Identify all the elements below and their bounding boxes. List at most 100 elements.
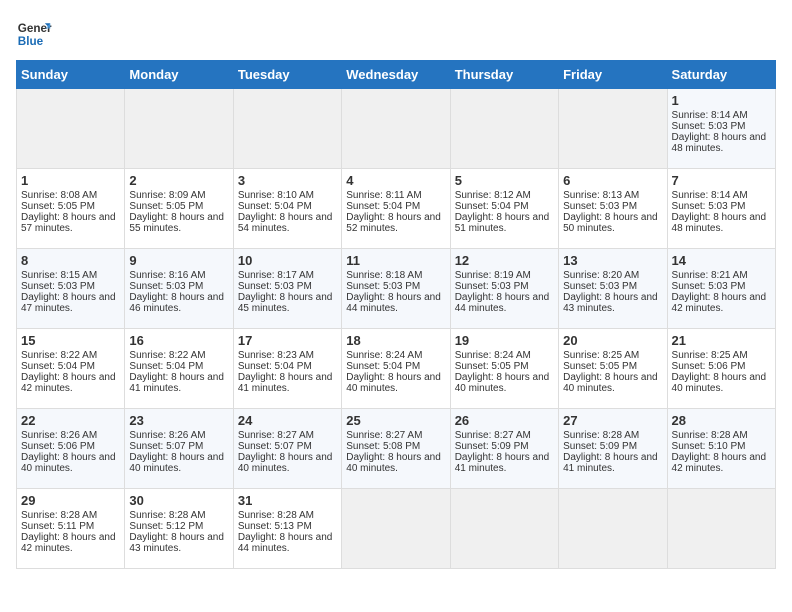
sunrise: Sunrise: 8:27 AM — [346, 430, 422, 441]
calendar-row: 1 Sunrise: 8:08 AM Sunset: 5:05 PM Dayli… — [17, 169, 776, 249]
sunrise: Sunrise: 8:26 AM — [21, 430, 97, 441]
daylight: Daylight: 8 hours and 40 minutes. — [238, 452, 333, 474]
sunset: Sunset: 5:03 PM — [563, 201, 637, 212]
sunrise: Sunrise: 8:12 AM — [455, 190, 531, 201]
daylight: Daylight: 8 hours and 42 minutes. — [21, 532, 116, 554]
daylight: Daylight: 8 hours and 40 minutes. — [129, 452, 224, 474]
sunset: Sunset: 5:03 PM — [563, 281, 637, 292]
day-number: 8 — [21, 253, 120, 268]
day-number: 31 — [238, 493, 337, 508]
day-number: 3 — [238, 173, 337, 188]
day-number: 15 — [21, 333, 120, 348]
sunset: Sunset: 5:05 PM — [129, 201, 203, 212]
sunset: Sunset: 5:05 PM — [455, 361, 529, 372]
daylight: Daylight: 8 hours and 51 minutes. — [455, 212, 550, 234]
sunrise: Sunrise: 8:08 AM — [21, 190, 97, 201]
sunrise: Sunrise: 8:13 AM — [563, 190, 639, 201]
calendar-cell: 9 Sunrise: 8:16 AM Sunset: 5:03 PM Dayli… — [125, 249, 233, 329]
day-number: 5 — [455, 173, 554, 188]
calendar-cell: 1 Sunrise: 8:08 AM Sunset: 5:05 PM Dayli… — [17, 169, 125, 249]
sunrise: Sunrise: 8:17 AM — [238, 270, 314, 281]
calendar-cell: 12 Sunrise: 8:19 AM Sunset: 5:03 PM Dayl… — [450, 249, 558, 329]
sunset: Sunset: 5:03 PM — [129, 281, 203, 292]
sunset: Sunset: 5:04 PM — [238, 361, 312, 372]
sunrise: Sunrise: 8:14 AM — [672, 110, 748, 121]
calendar-cell: 31 Sunrise: 8:28 AM Sunset: 5:13 PM Dayl… — [233, 489, 341, 569]
logo-icon: General Blue — [16, 16, 52, 52]
daylight: Daylight: 8 hours and 48 minutes. — [672, 132, 767, 154]
calendar-cell — [450, 489, 558, 569]
sunrise: Sunrise: 8:19 AM — [455, 270, 531, 281]
sunset: Sunset: 5:04 PM — [346, 201, 420, 212]
calendar-cell: 4 Sunrise: 8:11 AM Sunset: 5:04 PM Dayli… — [342, 169, 450, 249]
sunrise: Sunrise: 8:24 AM — [455, 350, 531, 361]
sunset: Sunset: 5:07 PM — [129, 441, 203, 452]
header-cell-tuesday: Tuesday — [233, 61, 341, 89]
sunrise: Sunrise: 8:22 AM — [21, 350, 97, 361]
day-number: 24 — [238, 413, 337, 428]
calendar-cell: 20 Sunrise: 8:25 AM Sunset: 5:05 PM Dayl… — [559, 329, 667, 409]
header-cell-monday: Monday — [125, 61, 233, 89]
sunrise: Sunrise: 8:10 AM — [238, 190, 314, 201]
day-number: 18 — [346, 333, 445, 348]
page-header: General Blue — [16, 16, 776, 52]
daylight: Daylight: 8 hours and 40 minutes. — [346, 452, 441, 474]
calendar-cell: 27 Sunrise: 8:28 AM Sunset: 5:09 PM Dayl… — [559, 409, 667, 489]
sunrise: Sunrise: 8:09 AM — [129, 190, 205, 201]
daylight: Daylight: 8 hours and 40 minutes. — [563, 372, 658, 394]
calendar-cell: 28 Sunrise: 8:28 AM Sunset: 5:10 PM Dayl… — [667, 409, 775, 489]
daylight: Daylight: 8 hours and 40 minutes. — [455, 372, 550, 394]
day-number: 28 — [672, 413, 771, 428]
calendar-cell: 10 Sunrise: 8:17 AM Sunset: 5:03 PM Dayl… — [233, 249, 341, 329]
calendar-cell: 11 Sunrise: 8:18 AM Sunset: 5:03 PM Dayl… — [342, 249, 450, 329]
daylight: Daylight: 8 hours and 43 minutes. — [563, 292, 658, 314]
daylight: Daylight: 8 hours and 55 minutes. — [129, 212, 224, 234]
sunrise: Sunrise: 8:16 AM — [129, 270, 205, 281]
sunset: Sunset: 5:08 PM — [346, 441, 420, 452]
sunrise: Sunrise: 8:22 AM — [129, 350, 205, 361]
sunrise: Sunrise: 8:15 AM — [21, 270, 97, 281]
daylight: Daylight: 8 hours and 44 minutes. — [238, 532, 333, 554]
day-number: 30 — [129, 493, 228, 508]
sunset: Sunset: 5:03 PM — [346, 281, 420, 292]
day-number: 19 — [455, 333, 554, 348]
calendar-cell: 3 Sunrise: 8:10 AM Sunset: 5:04 PM Dayli… — [233, 169, 341, 249]
sunset: Sunset: 5:07 PM — [238, 441, 312, 452]
day-number: 2 — [129, 173, 228, 188]
sunset: Sunset: 5:04 PM — [346, 361, 420, 372]
sunset: Sunset: 5:03 PM — [672, 281, 746, 292]
sunrise: Sunrise: 8:11 AM — [346, 190, 421, 201]
sunrise: Sunrise: 8:24 AM — [346, 350, 422, 361]
calendar-cell: 22 Sunrise: 8:26 AM Sunset: 5:06 PM Dayl… — [17, 409, 125, 489]
daylight: Daylight: 8 hours and 40 minutes. — [21, 452, 116, 474]
header-cell-sunday: Sunday — [17, 61, 125, 89]
sunset: Sunset: 5:03 PM — [455, 281, 529, 292]
calendar-cell — [342, 489, 450, 569]
day-number: 13 — [563, 253, 662, 268]
daylight: Daylight: 8 hours and 52 minutes. — [346, 212, 441, 234]
daylight: Daylight: 8 hours and 44 minutes. — [455, 292, 550, 314]
daylight: Daylight: 8 hours and 41 minutes. — [455, 452, 550, 474]
logo: General Blue — [16, 16, 52, 52]
calendar-row: 1 Sunrise: 8:14 AM Sunset: 5:03 PM Dayli… — [17, 89, 776, 169]
calendar-table: SundayMondayTuesdayWednesdayThursdayFrid… — [16, 60, 776, 569]
calendar-cell: 2 Sunrise: 8:09 AM Sunset: 5:05 PM Dayli… — [125, 169, 233, 249]
calendar-cell — [450, 89, 558, 169]
sunrise: Sunrise: 8:28 AM — [563, 430, 639, 441]
calendar-cell — [667, 489, 775, 569]
calendar-cell — [17, 89, 125, 169]
daylight: Daylight: 8 hours and 41 minutes. — [563, 452, 658, 474]
header-row: SundayMondayTuesdayWednesdayThursdayFrid… — [17, 61, 776, 89]
calendar-row: 15 Sunrise: 8:22 AM Sunset: 5:04 PM Dayl… — [17, 329, 776, 409]
sunrise: Sunrise: 8:27 AM — [455, 430, 531, 441]
sunrise: Sunrise: 8:21 AM — [672, 270, 748, 281]
sunrise: Sunrise: 8:28 AM — [672, 430, 748, 441]
calendar-cell: 16 Sunrise: 8:22 AM Sunset: 5:04 PM Dayl… — [125, 329, 233, 409]
daylight: Daylight: 8 hours and 40 minutes. — [346, 372, 441, 394]
sunset: Sunset: 5:04 PM — [238, 201, 312, 212]
calendar-cell — [559, 489, 667, 569]
sunset: Sunset: 5:12 PM — [129, 521, 203, 532]
calendar-cell: 23 Sunrise: 8:26 AM Sunset: 5:07 PM Dayl… — [125, 409, 233, 489]
day-number: 7 — [672, 173, 771, 188]
sunset: Sunset: 5:03 PM — [238, 281, 312, 292]
